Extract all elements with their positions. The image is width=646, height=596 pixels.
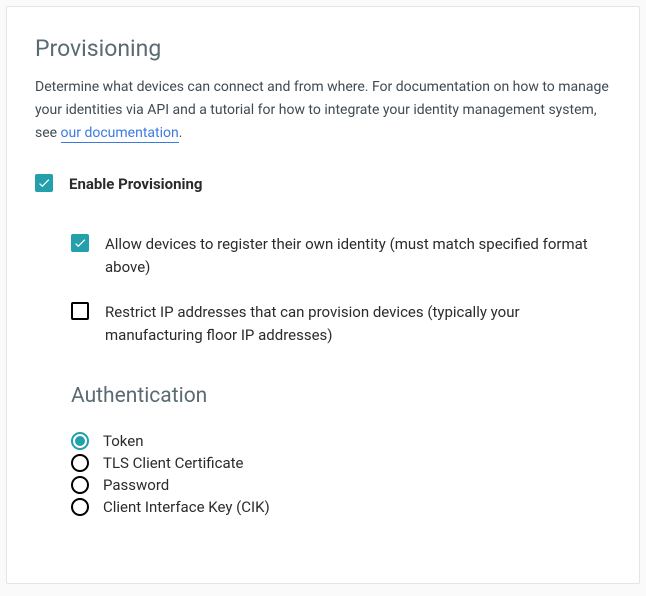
auth-option-token: Token (71, 432, 611, 450)
auth-label-tls: TLS Client Certificate (103, 454, 244, 472)
allow-self-register-label: Allow devices to register their own iden… (105, 233, 611, 280)
enable-provisioning-label: Enable Provisioning (69, 173, 202, 196)
enable-provisioning-checkbox[interactable] (35, 174, 53, 192)
auth-option-tls: TLS Client Certificate (71, 454, 611, 472)
restrict-ip-label: Restrict IP addresses that can provision… (105, 301, 611, 348)
allow-self-register-checkbox[interactable] (71, 234, 89, 252)
auth-radio-cik[interactable] (71, 498, 89, 516)
auth-label-token: Token (103, 432, 143, 450)
auth-radio-tls[interactable] (71, 454, 89, 472)
auth-radio-password[interactable] (71, 476, 89, 494)
auth-option-password: Password (71, 476, 611, 494)
provisioning-title: Provisioning (35, 35, 611, 62)
check-icon (37, 176, 51, 190)
restrict-ip-checkbox[interactable] (71, 302, 89, 320)
check-icon (73, 236, 87, 250)
radio-dot-icon (75, 436, 85, 446)
authentication-radio-group: Token TLS Client Certificate Password Cl… (71, 432, 611, 516)
provisioning-card: Provisioning Determine what devices can … (6, 6, 640, 584)
auth-option-cik: Client Interface Key (CIK) (71, 498, 611, 516)
auth-label-password: Password (103, 476, 169, 494)
documentation-link[interactable]: our documentation (61, 125, 179, 143)
auth-label-cik: Client Interface Key (CIK) (103, 498, 270, 516)
auth-radio-token[interactable] (71, 432, 89, 450)
authentication-title: Authentication (71, 384, 611, 408)
restrict-ip-row: Restrict IP addresses that can provision… (71, 301, 611, 348)
desc-suffix: . (179, 125, 183, 141)
provisioning-description: Determine what devices can connect and f… (35, 76, 611, 145)
allow-self-register-row: Allow devices to register their own iden… (71, 233, 611, 280)
provisioning-sub-options: Allow devices to register their own iden… (71, 233, 611, 348)
enable-provisioning-row: Enable Provisioning (35, 173, 611, 196)
